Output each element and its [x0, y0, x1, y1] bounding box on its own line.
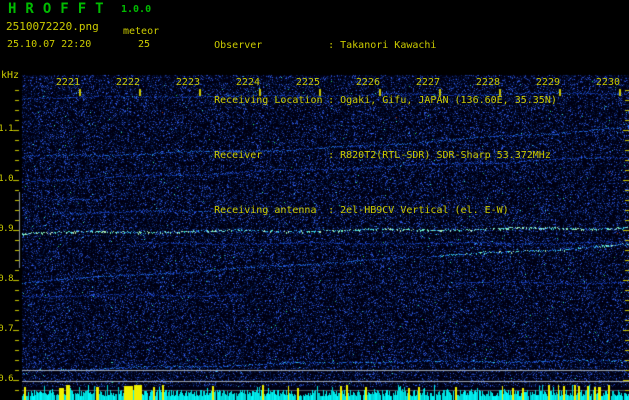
station-row-antenna: Receiving antenna:2el-HB9CV Vertical (el… [178, 194, 557, 227]
station-value: R820T2(RTL-SDR) SDR-Sharp 53.372MHz [340, 150, 551, 161]
time-tick-label: 2225 [295, 77, 320, 88]
station-value: 2el-HB9CV Vertical (el. E-W) [340, 205, 509, 216]
station-separator: : [328, 150, 335, 161]
station-info: Observer: Takanori Kawachi Receiving Loca… [178, 7, 557, 249]
time-tick-label: 2228 [475, 77, 500, 88]
time-tick-label: 2229 [535, 77, 560, 88]
capture-filename: 2510072220.png [6, 20, 99, 33]
capture-mode: meteor [123, 26, 160, 37]
freq-axis-unit-label: kHz [1, 70, 20, 81]
station-row-observer: Observer: Takanori Kawachi [178, 29, 557, 62]
freq-tick-label: 0.8 [0, 274, 14, 284]
station-label: Receiving antenna [214, 205, 317, 216]
time-tick-label: 2224 [235, 77, 260, 88]
station-value: Ogaki, Gifu, JAPAN (136.60E, 35.35N) [340, 95, 557, 106]
time-tick-label: 2226 [355, 77, 380, 88]
station-separator: : [328, 40, 335, 51]
app-version: 1.0.0 [121, 4, 152, 15]
station-separator: : [328, 95, 335, 106]
station-row-receiver: Receiver: R820T2(RTL-SDR) SDR-Sharp 53.37… [178, 139, 557, 172]
time-tick-label: 2221 [55, 77, 80, 88]
freq-tick-label: 1.0 [0, 174, 14, 184]
freq-tick-label: 1.1 [0, 124, 14, 134]
meteor-count: 25 [138, 39, 151, 50]
time-tick-label: 2227 [415, 77, 440, 88]
station-label: Receiving Location [214, 95, 323, 106]
capture-datetime: 25.10.07 22:20 [7, 39, 92, 50]
freq-tick-label: 0.6 [0, 374, 14, 384]
time-tick-label: 2222 [115, 77, 140, 88]
station-label: Receiver [214, 150, 263, 161]
freq-tick-label: 0.9 [0, 224, 14, 234]
station-separator: : [328, 205, 335, 216]
hrofft-window: HROFFT 1.0.0 2510072220.png meteor 25.10… [0, 0, 629, 400]
station-value: Takanori Kawachi [340, 40, 437, 51]
app-title: HROFFT [8, 1, 113, 17]
time-tick-label: 2223 [175, 77, 200, 88]
station-label: Observer [214, 40, 263, 51]
freq-tick-label: 0.7 [0, 324, 14, 334]
time-tick-label: 2230 [595, 77, 620, 88]
station-row-location: Receiving Location: Ogaki, Gifu, JAPAN (1… [178, 84, 557, 117]
